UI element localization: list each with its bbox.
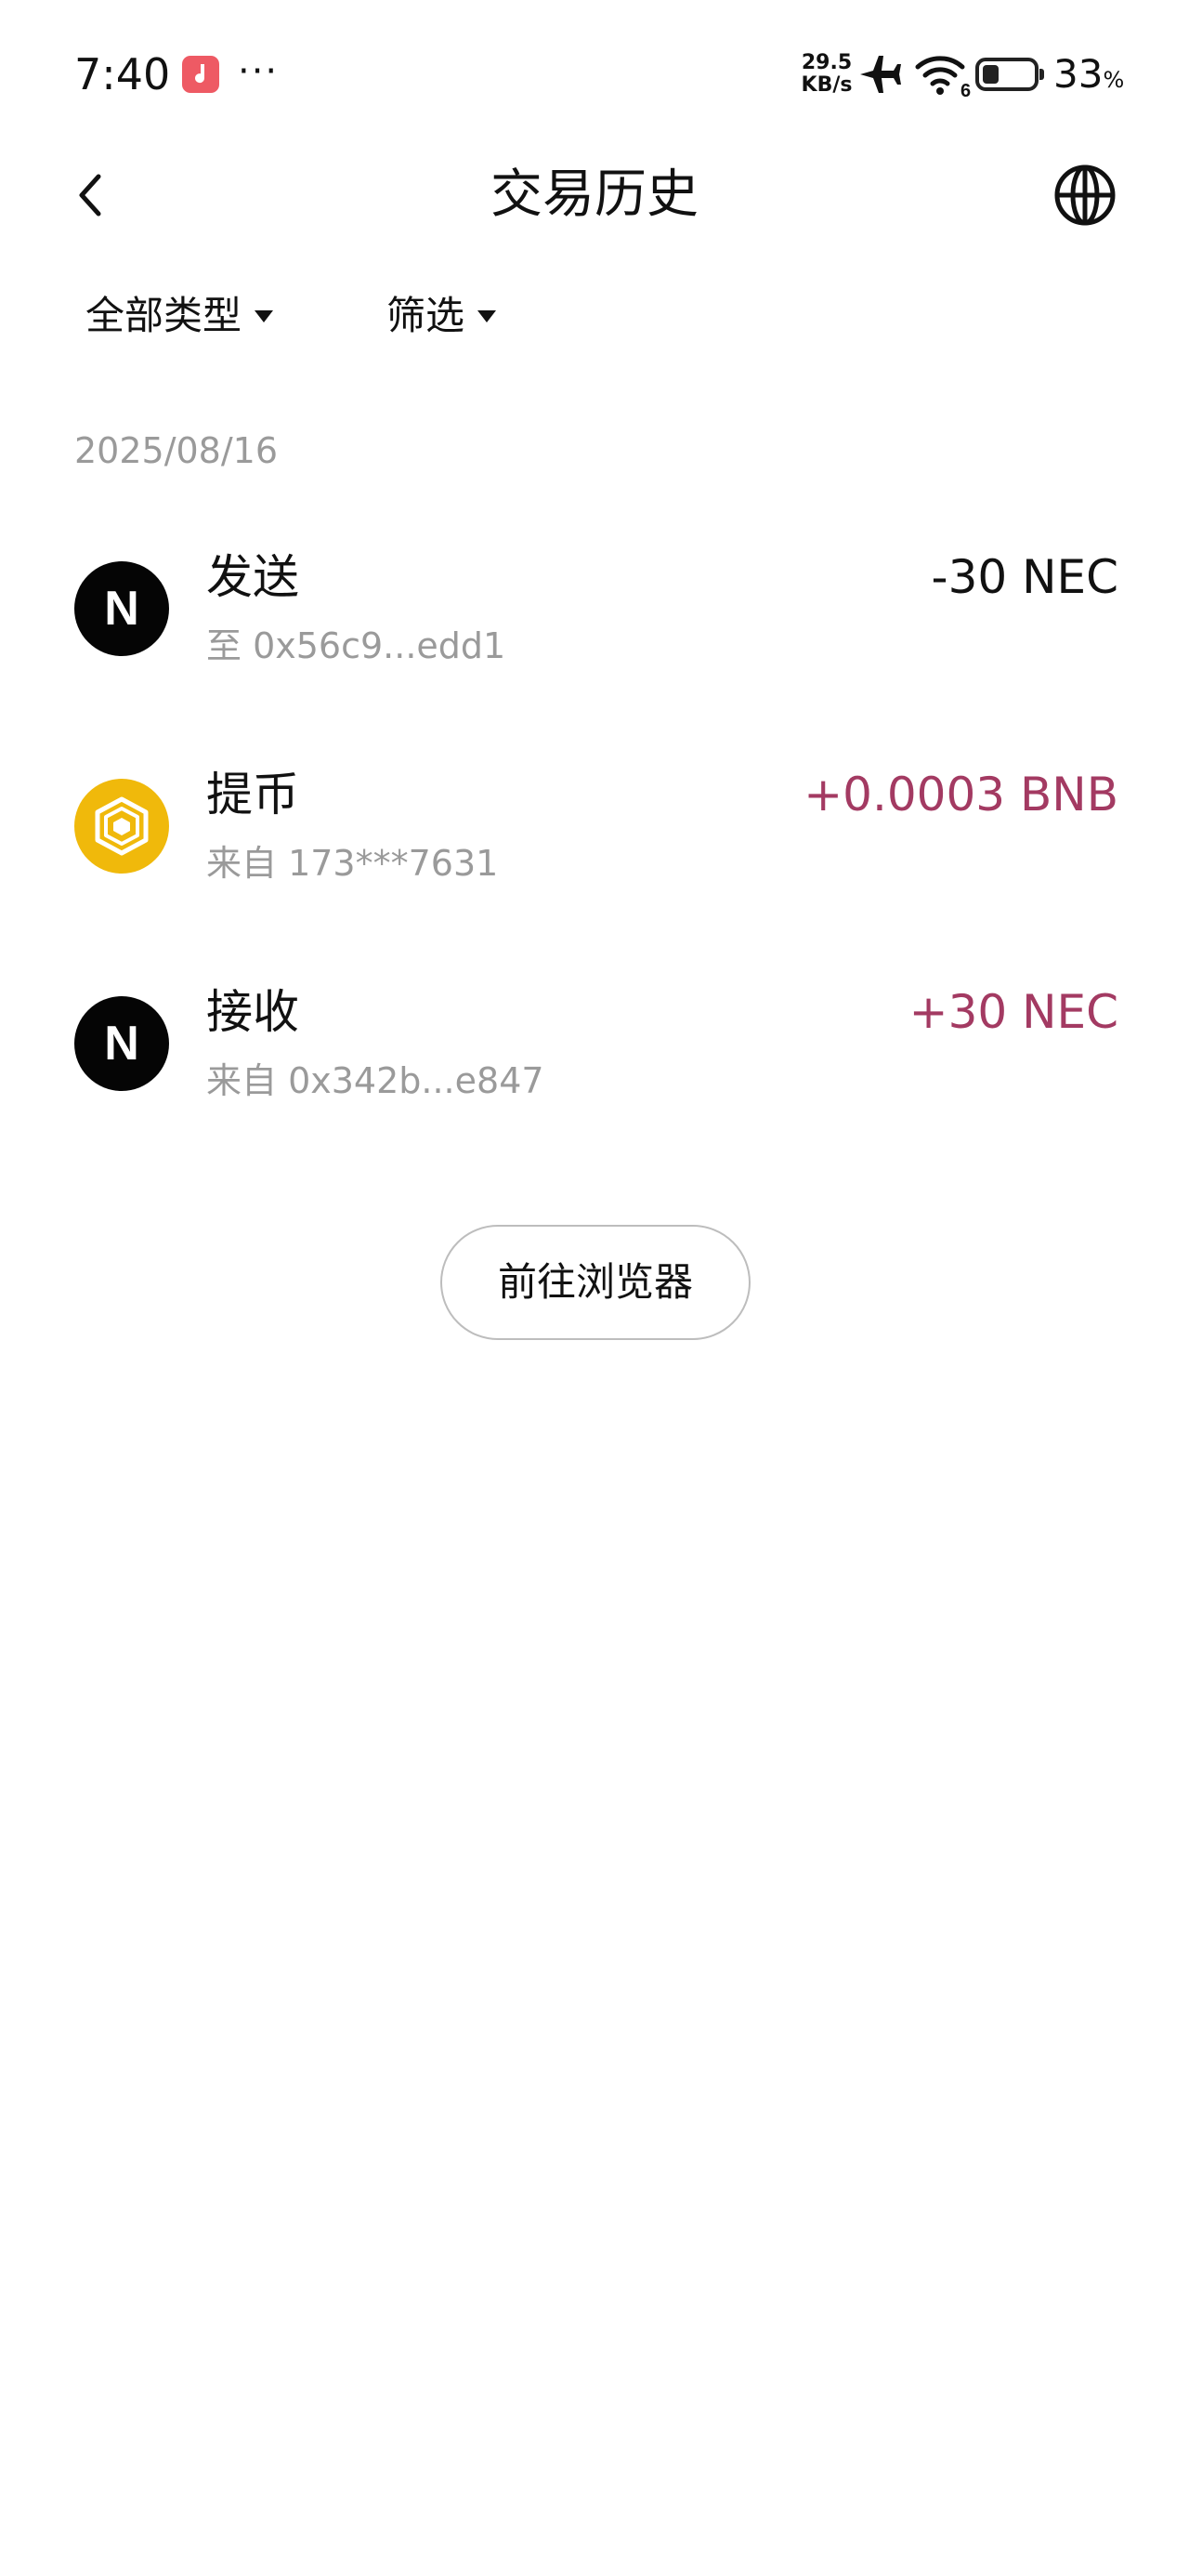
caret-down-icon: [477, 309, 497, 322]
transaction-row[interactable]: N 发送 至 0x56c9...edd1 -30 NEC: [0, 519, 1189, 686]
wifi-badge: 6: [960, 81, 971, 99]
battery-percent-symbol: %: [1103, 67, 1125, 93]
battery-icon: [975, 58, 1044, 91]
battery-level-fill: [983, 65, 999, 84]
app-header: 交易历史: [0, 139, 1189, 251]
transaction-address: 来自 173***7631: [206, 843, 499, 884]
transaction-row[interactable]: 提币 来自 173***7631 +0.0003 BNB: [0, 736, 1189, 903]
music-app-icon: [182, 56, 219, 93]
globe-icon: [1054, 164, 1116, 226]
transaction-address: 至 0x56c9...edd1: [206, 625, 506, 666]
battery-percent-value: 33: [1053, 51, 1104, 97]
airplane-mode-icon: [860, 56, 901, 93]
network-speed-unit: KB/s: [801, 73, 853, 97]
wifi-icon: 6: [915, 56, 971, 99]
network-speed-value: 29.5: [801, 51, 853, 74]
go-to-explorer-button[interactable]: 前往浏览器: [440, 1225, 751, 1340]
transaction-type: 发送: [206, 550, 299, 604]
network-speed: 29.5 KB/s: [799, 52, 855, 97]
transaction-amount: -30 NEC: [931, 550, 1118, 604]
status-time: 7:40: [74, 49, 171, 99]
nec-token-icon: N: [74, 996, 169, 1091]
bnb-icon: [74, 779, 169, 874]
date-group-header: 2025/08/16: [74, 430, 279, 471]
caret-down-icon: [255, 309, 274, 322]
battery-percent: 33%: [1053, 48, 1124, 106]
transaction-type: 接收: [206, 985, 299, 1039]
more-notifications-icon: ···: [238, 50, 280, 93]
type-filter-dropdown[interactable]: 全部类型: [85, 288, 274, 344]
transaction-address: 来自 0x342b...e847: [206, 1060, 544, 1101]
transaction-amount: +30 NEC: [908, 985, 1118, 1039]
transaction-row[interactable]: N 接收 来自 0x342b...e847 +30 NEC: [0, 953, 1189, 1121]
screen-filter-dropdown[interactable]: 筛选: [386, 288, 497, 344]
transaction-history-screen: 7:40 ··· 29.5 KB/s 6 33% 交易历史 全部类型 筛选 20…: [0, 0, 1189, 2576]
transaction-amount: +0.0003 BNB: [804, 768, 1118, 821]
globe-button[interactable]: [1048, 158, 1122, 232]
page-title: 交易历史: [490, 164, 699, 225]
status-bar: 7:40 ··· 29.5 KB/s 6 33%: [0, 0, 1189, 139]
nec-token-icon: N: [74, 561, 169, 656]
type-filter-label: 全部类型: [85, 293, 242, 338]
screen-filter-label: 筛选: [386, 293, 465, 338]
transaction-type: 提币: [206, 768, 299, 821]
